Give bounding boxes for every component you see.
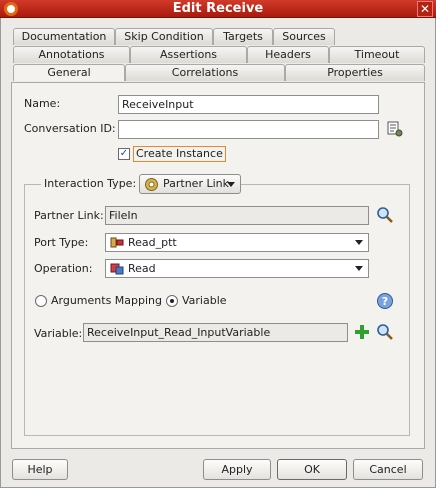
tab-sources[interactable]: Sources <box>273 28 335 45</box>
partner-link-label: Partner Link: <box>34 209 104 222</box>
tab-skip-condition[interactable]: Skip Condition <box>115 28 213 45</box>
tab-documentation[interactable]: Documentation <box>13 28 115 45</box>
tab-assertions[interactable]: Assertions <box>130 46 247 63</box>
ok-button[interactable]: OK <box>277 459 347 480</box>
conversation-id-browse-icon[interactable] <box>386 120 404 138</box>
variable-radio-label[interactable]: Variable <box>182 294 227 308</box>
svg-text:?: ? <box>382 295 388 308</box>
tab-correlations[interactable]: Correlations <box>125 64 285 81</box>
interaction-type-dropdown[interactable]: Partner Link <box>139 174 241 194</box>
tab-headers[interactable]: Headers <box>247 46 329 63</box>
tab-timeout[interactable]: Timeout <box>329 46 425 63</box>
port-type-value: Read_ptt <box>128 236 177 249</box>
partner-link-icon <box>145 178 158 191</box>
chevron-down-icon <box>355 240 363 245</box>
chevron-down-icon <box>355 266 363 271</box>
conversation-id-label: Conversation ID: <box>24 122 116 135</box>
variable-radio[interactable] <box>166 295 178 307</box>
variable-field: ReceiveInput_Read_InputVariable <box>83 323 348 342</box>
apply-button[interactable]: Apply <box>203 459 271 480</box>
help-button[interactable]: Help <box>12 459 68 480</box>
tab-general[interactable]: General <box>13 64 125 81</box>
name-input[interactable]: ReceiveInput <box>118 95 379 114</box>
operation-value: Read <box>128 262 156 275</box>
cancel-button[interactable]: Cancel <box>353 459 423 480</box>
add-variable-plus-icon[interactable] <box>353 323 371 341</box>
variable-search-icon[interactable] <box>376 323 394 341</box>
partner-link-field: FileIn <box>105 206 369 225</box>
tab-targets[interactable]: Targets <box>213 28 273 45</box>
operation-label: Operation: <box>34 262 93 275</box>
chevron-down-icon <box>227 182 235 187</box>
help-info-icon[interactable]: ? <box>376 292 394 310</box>
operation-icon <box>110 263 124 275</box>
create-instance-label[interactable]: Create Instance <box>133 146 226 162</box>
port-type-select[interactable]: Read_ptt <box>105 233 369 252</box>
interaction-type-label: Interaction Type: <box>41 177 140 191</box>
arguments-mapping-label[interactable]: Arguments Mapping <box>51 294 162 308</box>
partner-link-search-icon[interactable] <box>376 206 394 224</box>
name-label: Name: <box>24 97 61 110</box>
create-instance-checkbox[interactable]: ✓ <box>118 148 130 160</box>
conversation-id-input[interactable] <box>118 120 379 139</box>
variable-label: Variable: <box>34 327 83 340</box>
port-type-label: Port Type: <box>34 236 89 249</box>
port-type-icon <box>110 237 124 248</box>
tab-properties[interactable]: Properties <box>285 64 425 81</box>
tab-annotations[interactable]: Annotations <box>13 46 130 63</box>
close-button[interactable]: ✕ <box>417 1 433 17</box>
window-title: Edit Receive <box>172 1 264 16</box>
title-bar: Edit Receive ✕ <box>0 0 436 18</box>
operation-select[interactable]: Read <box>105 259 369 278</box>
interaction-type-value: Partner Link <box>163 177 229 190</box>
arguments-mapping-radio[interactable] <box>35 295 47 307</box>
